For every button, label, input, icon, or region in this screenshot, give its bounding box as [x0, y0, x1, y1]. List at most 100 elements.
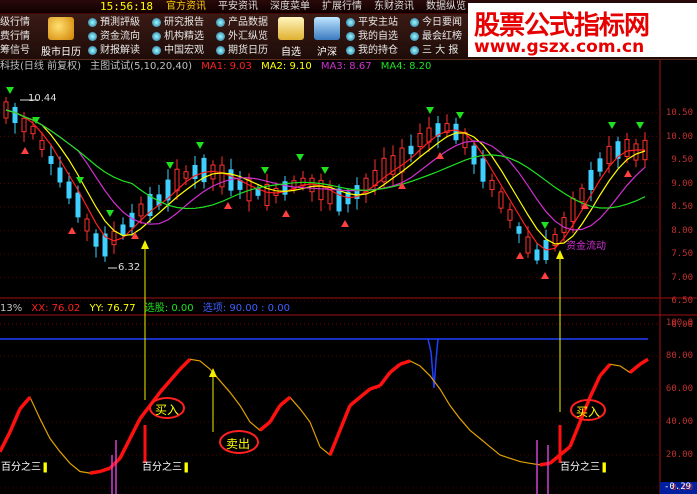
candle-body [300, 177, 306, 187]
xx-rising-segment [628, 362, 642, 374]
candle-body [129, 212, 135, 228]
sh-hk-label: 沪深 [317, 47, 337, 58]
xx-rising-segment [99, 466, 111, 474]
menu-dongcai-news[interactable]: 东财资讯 [368, 0, 420, 14]
candle-body [498, 191, 504, 209]
moving-average-line [5, 109, 645, 251]
candle-body [255, 188, 261, 196]
candle-body [327, 185, 333, 205]
menu-pingan-news[interactable]: 平安资讯 [212, 0, 264, 14]
xx-rising-segment [588, 375, 602, 398]
top-menu: 官方资讯 平安资讯 深度菜单 扩展行情 东财资讯 数据纵览 [160, 0, 472, 14]
indicator-dip [427, 338, 439, 389]
indicator-lines [0, 357, 649, 494]
bottom-value: -0.29 [664, 482, 692, 492]
toolbar-item[interactable]: 預測評級 [88, 16, 140, 29]
toolbar-item[interactable]: 最会红榜 [410, 30, 462, 43]
candle-body [489, 179, 495, 191]
globe-icon [216, 32, 225, 41]
toolbar-item[interactable]: 外汇纵览 [216, 30, 268, 43]
arrow-up-icon [209, 368, 217, 377]
globe-icon [152, 32, 161, 41]
indicator-axis-tick: 100.0 [665, 318, 693, 328]
candle-body [138, 203, 144, 217]
candle-body [102, 233, 108, 257]
arrow-up-icon [541, 272, 549, 279]
indicator-axis-tick: 20.00 [665, 450, 693, 460]
indicator-axis-tick: 80.00 [665, 351, 693, 361]
pct-label-2: 百分之三❚ [142, 462, 191, 473]
toolbar-item[interactable]: 我的自选 [346, 30, 398, 43]
xx-rising-segment [548, 453, 562, 465]
candle-body [264, 184, 270, 206]
arrow-up-icon [516, 252, 524, 259]
xx-rising-segment [258, 420, 272, 432]
candle-body [21, 117, 27, 133]
toolbar-item[interactable]: 产品数据 [216, 16, 268, 29]
menu-extended-quotes[interactable]: 扩展行情 [316, 0, 368, 14]
toolbar-item[interactable]: 我的持仓 [346, 44, 398, 57]
arrow-up-icon [131, 232, 139, 239]
sh-hk-button[interactable]: 沪深 [304, 16, 350, 58]
pct-label-1: 百分之三❚ [1, 462, 50, 473]
clock: 15:56:18 [100, 0, 153, 13]
arrow-up-icon [436, 152, 444, 159]
star-list-icon [278, 17, 304, 40]
toolbar-item[interactable]: 研究报告 [152, 16, 204, 29]
globe-icon [410, 32, 419, 41]
candle-body [156, 194, 162, 206]
arrow-down-icon [321, 167, 329, 174]
menu-deep[interactable]: 深度菜单 [264, 0, 316, 14]
toolbar-item[interactable]: 中国宏观 [152, 44, 204, 57]
yy-value: YY: 76.77 [89, 303, 136, 314]
globe-icon [216, 46, 225, 55]
candle-body [336, 188, 342, 212]
price-axis-tick: 10.50 [665, 108, 693, 118]
globe-icon [152, 46, 161, 55]
candle-body [399, 147, 405, 173]
menu-data-overview[interactable]: 数据纵览 [420, 0, 472, 14]
candle-body [237, 180, 243, 190]
globe-icon [410, 18, 419, 27]
toolbar-item[interactable]: 级行情 [0, 16, 30, 29]
xx-rising-segment [639, 357, 649, 366]
xx-rising-segment [118, 437, 132, 460]
toolbar-item[interactable]: 今日要闻 [410, 16, 462, 29]
candle-body [462, 131, 468, 149]
toolbar-item[interactable]: 三 大 报 [410, 44, 462, 57]
globe-icon [346, 46, 355, 55]
candle-body [201, 157, 207, 183]
formula-name[interactable]: 主图试试(5,10,20,40) [90, 61, 192, 72]
arrow-down-icon [106, 210, 114, 217]
toolbar-item[interactable]: 财报解读 [88, 44, 140, 57]
candle-body [273, 188, 279, 196]
price-axis-tick: 9.50 [671, 155, 693, 165]
arrow-up-icon [21, 147, 29, 154]
moving-average-line [5, 109, 646, 245]
toolbar-item[interactable]: 费行情 [0, 30, 30, 43]
candle-body [93, 233, 99, 247]
candle-body [354, 185, 360, 199]
toolbar-item[interactable]: 平安主站 [346, 16, 398, 29]
candle-body [390, 155, 396, 175]
toolbar-item[interactable]: 筹信号 [0, 44, 30, 57]
candle-body [183, 171, 189, 179]
stock-calendar-button[interactable]: 股市日历 [38, 16, 84, 58]
toolbar-item[interactable]: 机构精选 [152, 30, 204, 43]
globe-icon [346, 18, 355, 27]
buy-label-2: 买入 [576, 405, 601, 419]
xx-rising-segment [348, 395, 362, 407]
menu-official-news[interactable]: 官方资讯 [160, 0, 212, 14]
price-axis-tick: 6.50 [671, 296, 693, 306]
xx-rising-segment [89, 469, 101, 475]
toolbar-col-c: 研究报告 机构精选 中国宏观 [152, 16, 204, 57]
toolbar-item[interactable]: 资金流向 [88, 30, 140, 43]
pct-label-3: 百分之三❚ [560, 462, 609, 473]
candle-body [111, 230, 117, 246]
candle-body [426, 127, 432, 143]
toolbar-col-e: 平安主站 我的自选 我的持仓 [346, 16, 398, 57]
toolbar-item[interactable]: 期货日历 [216, 44, 268, 57]
arrow-up-icon [141, 240, 149, 249]
candle-body [507, 209, 513, 221]
xx-rising-segment [138, 404, 152, 420]
